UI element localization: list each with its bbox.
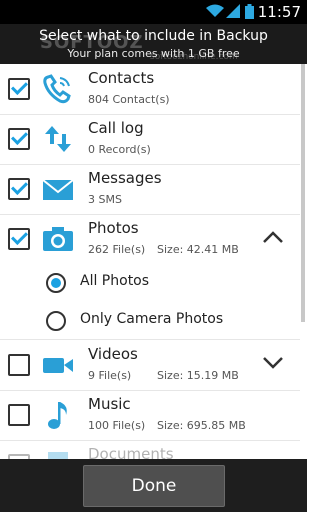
item-size: Size: 42.41 MB xyxy=(157,243,239,256)
music-note-icon xyxy=(48,402,67,429)
list-item-contacts[interactable]: Contacts 804 Contact(s) xyxy=(0,64,300,115)
messages-checkbox[interactable] xyxy=(8,178,30,200)
item-count: 804 Contact(s) xyxy=(88,93,170,106)
call-log-checkbox[interactable] xyxy=(8,128,30,150)
wifi-icon xyxy=(206,4,224,17)
videos-checkbox[interactable] xyxy=(8,354,30,376)
music-checkbox[interactable] xyxy=(8,404,30,426)
status-bar: 11:57 xyxy=(0,0,307,24)
phone-icon xyxy=(43,74,71,104)
video-camera-icon xyxy=(43,358,73,373)
item-count: 262 File(s) xyxy=(88,243,146,256)
list-item-photos[interactable]: Photos 262 File(s) Size: 42.41 MB xyxy=(0,214,300,264)
document-icon xyxy=(48,452,68,459)
backup-item-list[interactable]: Contacts 804 Contact(s) Call log 0 Recor… xyxy=(0,64,307,459)
item-size: Size: 695.85 MB xyxy=(157,419,246,432)
option-label: All Photos xyxy=(80,273,150,289)
call-log-arrows-icon xyxy=(45,126,71,152)
item-name: Call log xyxy=(88,119,144,137)
list-item-music[interactable]: Music 100 File(s) Size: 695.85 MB xyxy=(0,390,300,441)
photos-option-camera[interactable]: Only Camera Photos xyxy=(0,302,300,340)
photos-checkbox[interactable] xyxy=(8,228,30,250)
chevron-down-icon[interactable] xyxy=(262,356,284,370)
item-name: Photos xyxy=(88,219,139,237)
footer-bar: Done xyxy=(0,459,307,512)
item-count: 3 SMS xyxy=(88,193,122,206)
camera-photos-radio[interactable] xyxy=(46,311,66,331)
scrollbar[interactable] xyxy=(301,64,305,322)
photos-option-all[interactable]: All Photos xyxy=(0,264,300,302)
list-item-call-log[interactable]: Call log 0 Record(s) xyxy=(0,114,300,165)
item-count: 100 File(s) xyxy=(88,419,146,432)
chevron-up-icon[interactable] xyxy=(262,230,284,244)
contacts-checkbox[interactable] xyxy=(8,78,30,100)
item-size: Size: 15.19 MB xyxy=(157,369,239,382)
item-name: Music xyxy=(88,395,131,413)
camera-icon xyxy=(43,227,73,251)
status-time: 11:57 xyxy=(257,3,301,21)
done-button[interactable]: Done xyxy=(83,465,225,507)
battery-icon xyxy=(245,4,254,19)
watermark: SOFTOOZ xyxy=(40,32,144,53)
option-label: Only Camera Photos xyxy=(80,311,224,327)
list-item-messages[interactable]: Messages 3 SMS xyxy=(0,164,300,215)
list-item-documents[interactable]: Documents xyxy=(0,440,300,459)
item-name: Contacts xyxy=(88,69,155,87)
item-name: Documents xyxy=(88,445,174,459)
all-photos-radio[interactable] xyxy=(46,273,66,293)
item-name: Videos xyxy=(88,345,138,363)
item-count: 9 File(s) xyxy=(88,369,132,382)
envelope-icon xyxy=(42,179,74,200)
signal-icon xyxy=(226,4,240,18)
item-name: Messages xyxy=(88,169,162,187)
list-item-videos[interactable]: Videos 9 File(s) Size: 15.19 MB xyxy=(0,340,300,391)
item-count: 0 Record(s) xyxy=(88,143,151,156)
watermark-sub: softoozhonline.com xyxy=(150,52,238,62)
